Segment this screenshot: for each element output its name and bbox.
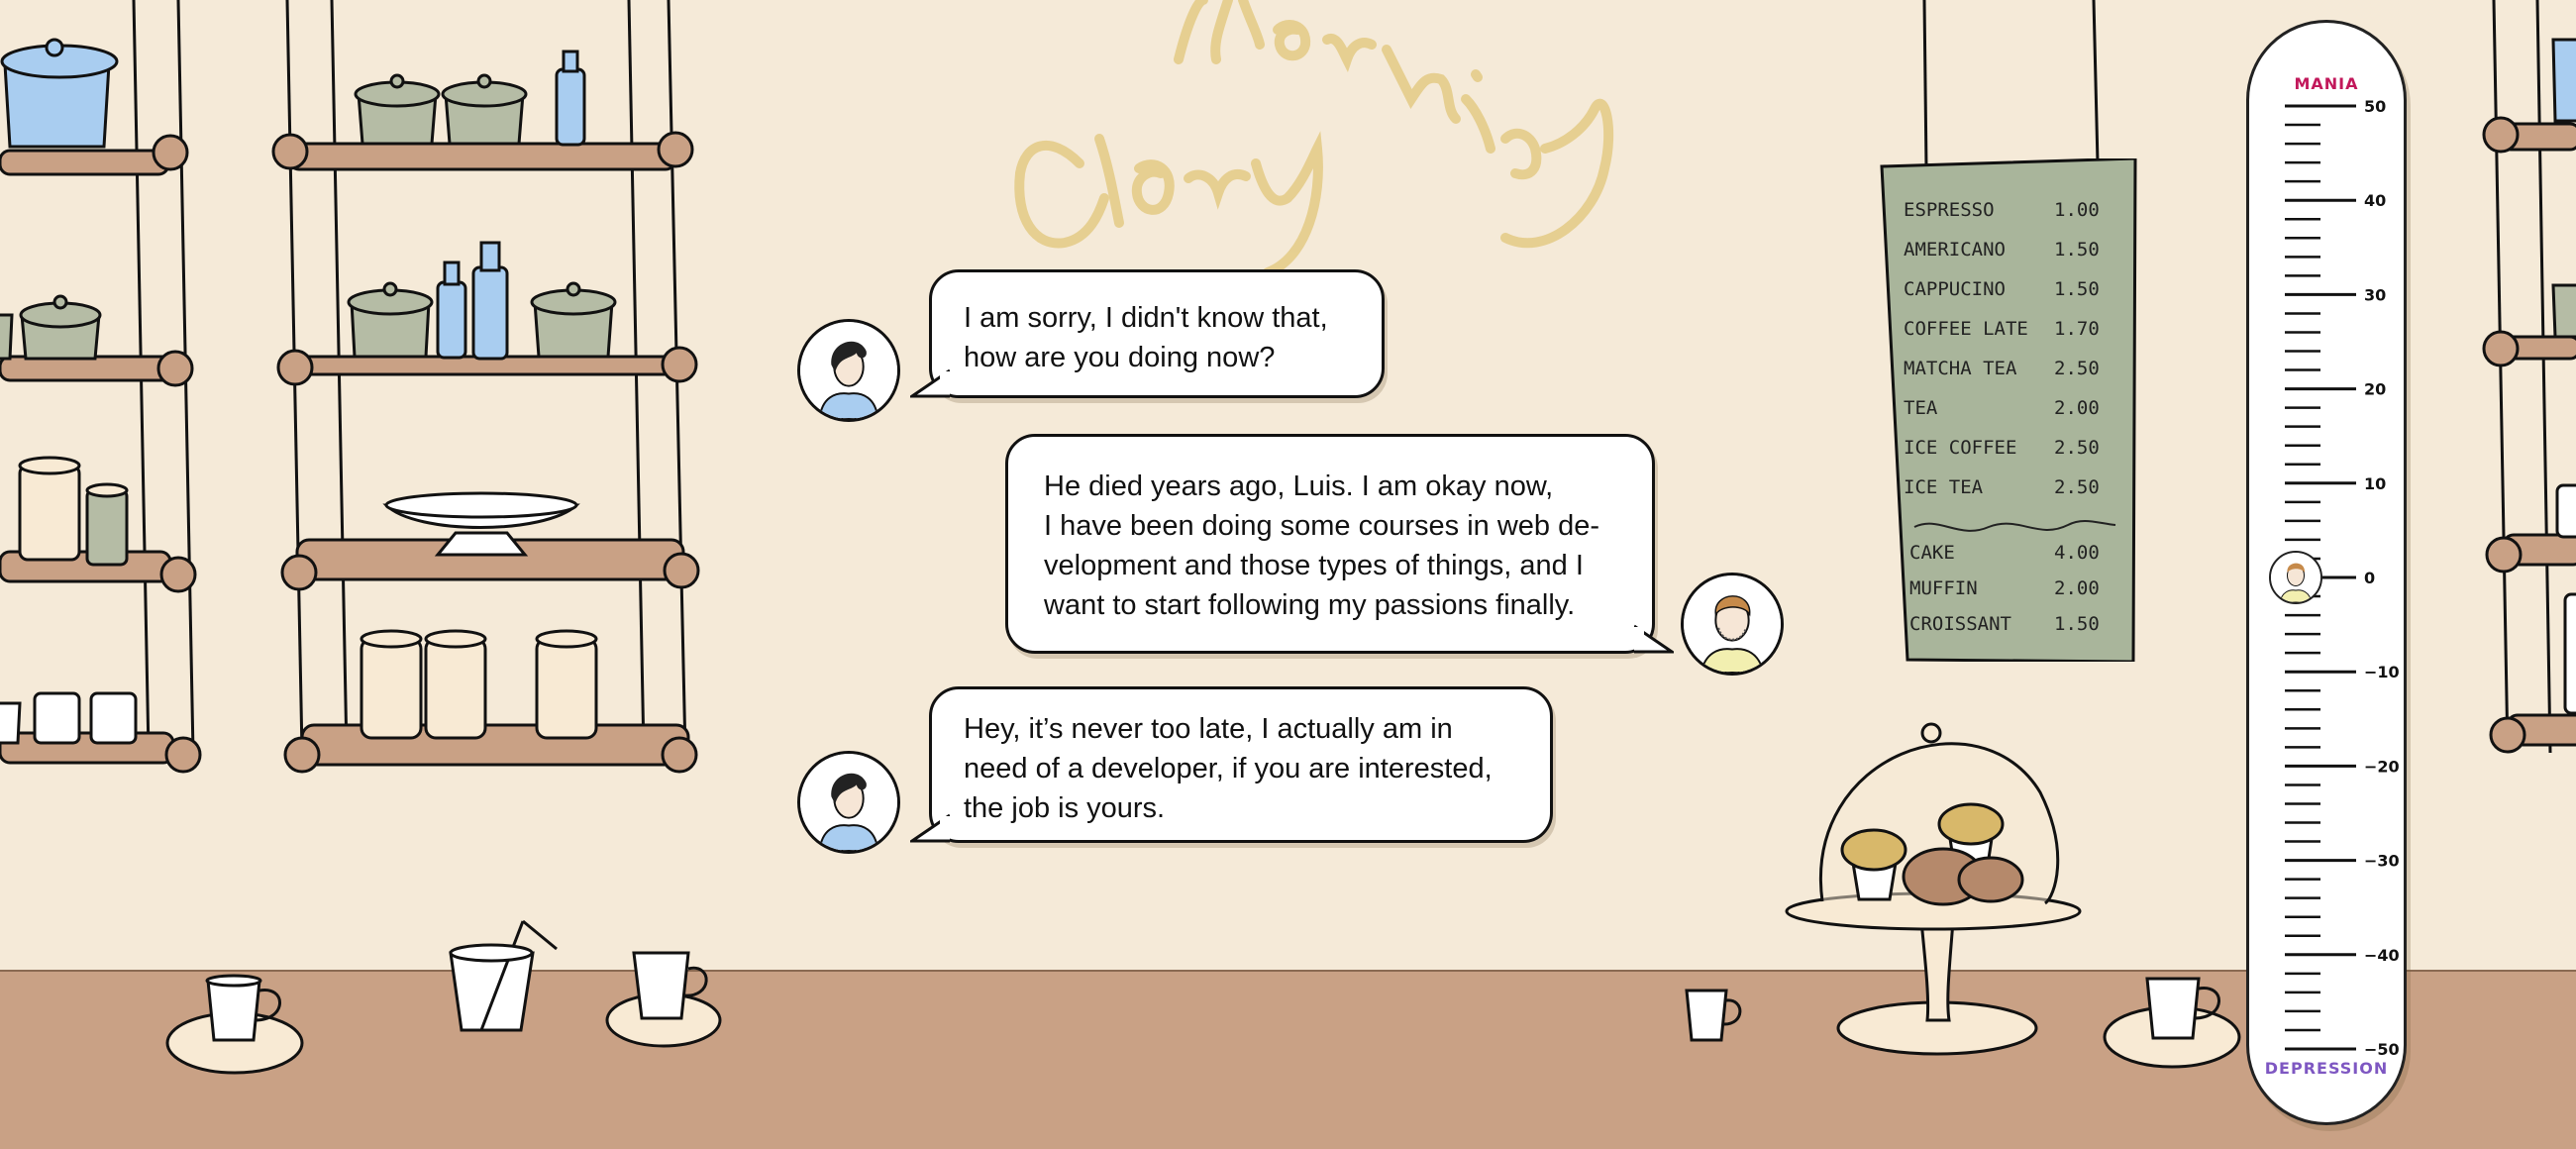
menu-extra-name: CROISSANT (1909, 613, 2011, 635)
dialogue-line: need of a developer, if you are interest… (964, 753, 1493, 784)
meter-tick-label: −10 (2364, 663, 2400, 681)
menu-extra-name: CAKE (1909, 542, 1955, 564)
menu-item-price: 2.50 (2054, 358, 2100, 379)
menu-item-name: ESPRESSO (1904, 199, 1995, 221)
menu-item-price: 2.00 (2054, 397, 2100, 419)
menu-extra-price: 2.00 (2054, 577, 2100, 599)
dialogue-line: velopment and those types of things, and… (1044, 550, 1584, 581)
menu-item-name: ICE COFFEE (1904, 437, 2016, 459)
mood-marker-luis-avatar[interactable] (2269, 551, 2322, 604)
speaker-avatar-woman[interactable] (797, 319, 900, 422)
dialogue-line: how are you doing now? (964, 342, 1276, 373)
menu-extra-name: MUFFIN (1909, 577, 1978, 599)
bubble-tail (910, 368, 950, 398)
meter-tick-label: −40 (2364, 946, 2400, 965)
menu-item-name: COFFEE LATE (1904, 318, 2028, 340)
meter-tick-label: 0 (2364, 569, 2375, 587)
mood-meter: MANIA 50 40 30 20 10 0 −10 −20 −30 −40 −50 DEPRESS… (2246, 20, 2407, 1125)
meter-tick-label: −50 (2364, 1040, 2400, 1059)
menu-item-name: TEA (1904, 397, 1938, 419)
menu-extra-price: 1.50 (2054, 613, 2100, 635)
meter-tick-label: −20 (2364, 757, 2400, 776)
meter-tick-label: 50 (2364, 97, 2386, 116)
menu-item-name: MATCHA TEA (1904, 358, 2017, 379)
dialogue-bubble-3[interactable]: Hey, it’s never too late, I actually am … (910, 686, 1553, 843)
speaker-avatar-woman[interactable] (797, 751, 900, 854)
dialogue-line: Hey, it’s never too late, I actually am … (964, 713, 1453, 745)
speaker-avatar-luis[interactable] (1681, 573, 1784, 676)
menu-board: ESPRESSO 1.00 AMERICANO 1.50 CAPPUCINO 1.50 CO… (1880, 158, 2137, 662)
menu-item-price: 2.50 (2054, 437, 2100, 459)
meter-tick-label: 20 (2364, 380, 2386, 399)
menu-extra-price: 4.00 (2054, 542, 2100, 564)
meter-tick-label: 10 (2364, 474, 2386, 493)
meter-tick-label: 40 (2364, 191, 2386, 210)
menu-item-name: AMERICANO (1904, 239, 2006, 261)
menu-string-left (1922, 0, 1928, 169)
dialogue-line: I am sorry, I didn't know that, (964, 302, 1328, 334)
menu-item-price: 1.70 (2054, 318, 2100, 340)
menu-item-price: 1.50 (2054, 239, 2100, 261)
dialogue-line: the job is yours. (964, 792, 1166, 824)
dialogue-line: I have been doing some courses in web de… (1044, 510, 1600, 542)
dialogue-bubble-1[interactable]: I am sorry, I didn't know that, how are … (910, 269, 1385, 398)
menu-item-name: CAPPUCINO (1904, 278, 2006, 300)
menu-item-price: 1.00 (2054, 199, 2100, 221)
meter-tick-label: 30 (2364, 285, 2386, 304)
dialogue-line: He died years ago, Luis. I am okay now, (1044, 470, 1554, 502)
meter-tick-label: −30 (2364, 852, 2400, 871)
dialogue-line: want to start following my passions fina… (1044, 589, 1576, 621)
menu-item-name: ICE TEA (1904, 476, 1984, 498)
dialogue-bubble-2[interactable]: He died years ago, Luis. I am okay now, … (1005, 434, 1674, 654)
bubble-tail (1634, 624, 1674, 654)
meter-bottom-label: DEPRESSION (2264, 1059, 2389, 1078)
menu-item-price: 1.50 (2054, 278, 2100, 300)
menu-item-price: 2.50 (2054, 476, 2100, 498)
bubble-tail (910, 813, 950, 843)
